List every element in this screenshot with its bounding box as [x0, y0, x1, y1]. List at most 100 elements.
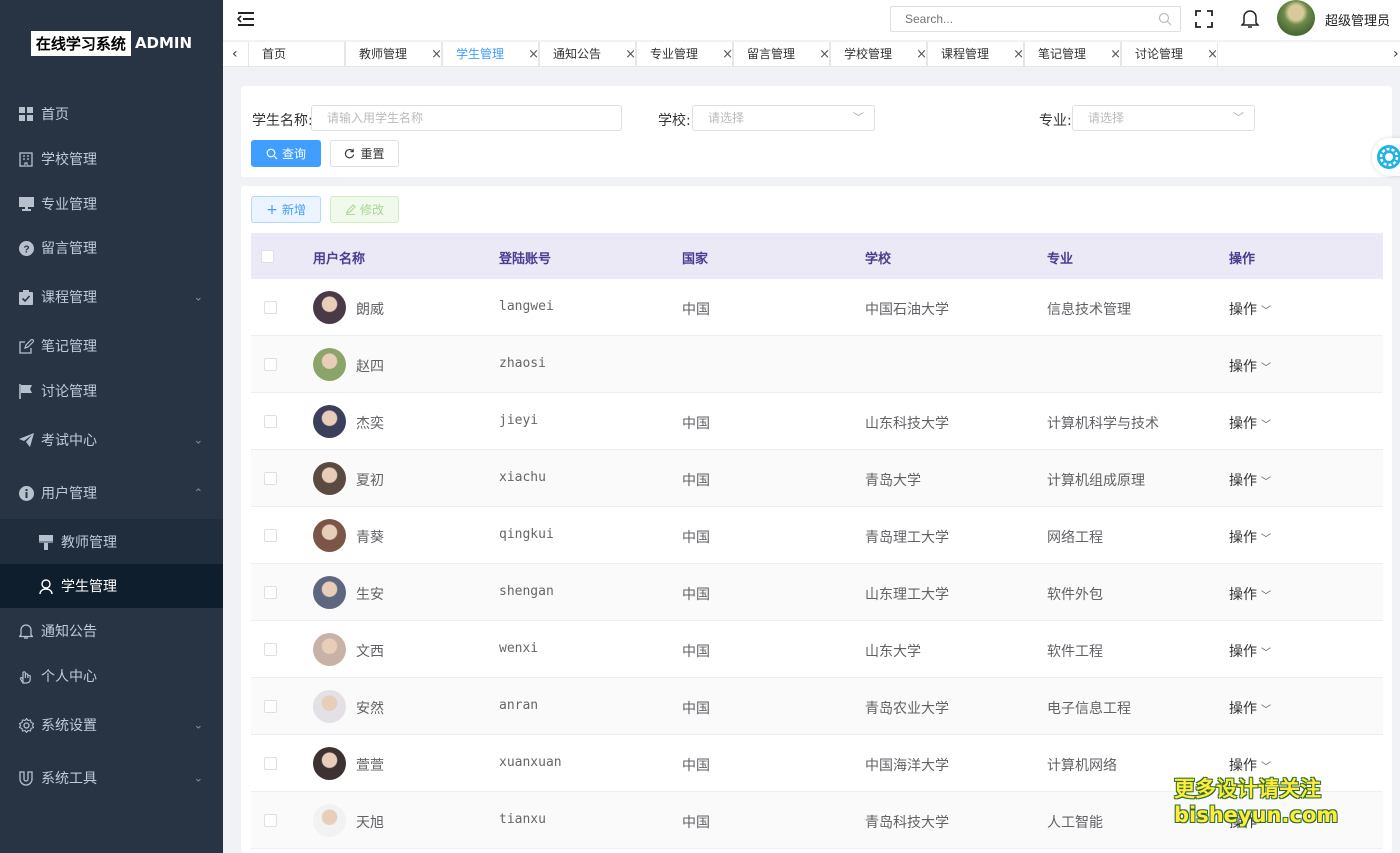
column-header-school[interactable]: 学校	[865, 248, 891, 267]
watermark-line1: 更多设计请关注	[1174, 777, 1321, 801]
tabs-scroll-left-icon[interactable]: ‹	[232, 46, 238, 62]
hand-icon	[18, 668, 34, 684]
sidebar-item-14[interactable]: 系统设置 ⌄	[0, 703, 223, 747]
row-actions-dropdown[interactable]: 操作 ﹀	[1229, 299, 1271, 319]
sidebar-item-12[interactable]: 通知公告	[0, 609, 223, 653]
search-box[interactable]	[890, 6, 1181, 32]
close-icon[interactable]: ×	[819, 42, 830, 67]
row-checkbox[interactable]	[264, 643, 277, 656]
select-all-checkbox[interactable]	[261, 250, 274, 263]
username[interactable]: 超级管理员	[1325, 10, 1390, 29]
table-row[interactable]: 安然 anran 中国 青岛农业大学 电子信息工程 操作 ﹀	[251, 678, 1383, 735]
column-header-account[interactable]: 登陆账号	[499, 248, 551, 267]
sidebar-item-label: 首页	[41, 107, 69, 123]
student-name-input[interactable]: 请输入用学生名称	[311, 105, 622, 131]
tabs-scroll-right-icon[interactable]: ›	[1393, 46, 1399, 62]
hamburger-icon[interactable]	[237, 10, 255, 28]
avatar	[313, 291, 346, 324]
tab-4[interactable]: 通知公告 ×	[539, 42, 636, 67]
school-select[interactable]: 请选择 ﹀	[692, 105, 875, 131]
column-header-username[interactable]: 用户名称	[313, 248, 365, 267]
row-checkbox[interactable]	[264, 301, 277, 314]
row-checkbox[interactable]	[264, 700, 277, 713]
edit-button[interactable]: 修改	[330, 196, 399, 223]
table-row[interactable]: 文西 wenxi 中国 山东大学 软件工程 操作 ﹀	[251, 621, 1383, 678]
table-row[interactable]: 杰奕 jieyi 中国 山东科技大学 计算机科学与技术 操作 ﹀	[251, 393, 1383, 450]
row-actions-dropdown[interactable]: 操作 ﹀	[1229, 584, 1271, 604]
table-row[interactable]: 生安 shengan 中国 山东理工大学 软件外包 操作 ﹀	[251, 564, 1383, 621]
send-icon	[18, 432, 34, 448]
table-row[interactable]: 夏初 xiachu 中国 青岛大学 计算机组成原理 操作 ﹀	[251, 450, 1383, 507]
sidebar-item-1[interactable]: 首页	[0, 92, 223, 136]
row-checkbox[interactable]	[264, 814, 277, 827]
sidebar-item-3[interactable]: 专业管理	[0, 182, 223, 226]
sidebar-item-10[interactable]: 教师管理	[0, 520, 223, 564]
table-row[interactable]: 朗威 langwei 中国 中国石油大学 信息技术管理 操作 ﹀	[251, 279, 1383, 336]
sidebar-item-13[interactable]: 个人中心	[0, 654, 223, 698]
search-input[interactable]	[891, 7, 1141, 31]
avatar	[313, 690, 346, 723]
tab-5[interactable]: 专业管理 ×	[636, 42, 733, 67]
avatar	[313, 462, 346, 495]
chevron-down-icon: ﹀	[1261, 591, 1271, 602]
close-icon[interactable]: ×	[1013, 42, 1024, 67]
tab-6[interactable]: 留言管理 ×	[733, 42, 830, 67]
row-checkbox[interactable]	[264, 757, 277, 770]
row-checkbox[interactable]	[264, 529, 277, 542]
cell-username: 青葵	[356, 530, 384, 546]
cell-school: 山东大学	[865, 644, 921, 660]
tab-8[interactable]: 课程管理 ×	[927, 42, 1024, 67]
avatar	[313, 804, 346, 837]
row-checkbox[interactable]	[264, 472, 277, 485]
row-checkbox[interactable]	[264, 358, 277, 371]
avatar[interactable]	[1277, 0, 1315, 36]
sidebar-item-9[interactable]: 用户管理 ⌃	[0, 471, 223, 515]
row-actions-dropdown[interactable]: 操作 ﹀	[1229, 755, 1271, 775]
sidebar-item-8[interactable]: 考试中心 ⌄	[0, 418, 223, 462]
row-actions-dropdown[interactable]: 操作 ﹀	[1229, 356, 1271, 376]
sidebar-item-7[interactable]: 讨论管理	[0, 369, 223, 413]
sidebar-item-2[interactable]: 学校管理	[0, 137, 223, 181]
sidebar-item-4[interactable]: ? 留言管理	[0, 226, 223, 270]
close-icon[interactable]: ×	[431, 42, 442, 67]
sidebar-item-11[interactable]: 学生管理	[0, 564, 223, 608]
column-header-major[interactable]: 专业	[1047, 248, 1073, 267]
tab-1[interactable]: 首页	[248, 42, 345, 67]
reset-button[interactable]: 重置	[330, 140, 399, 167]
row-actions-dropdown[interactable]: 操作 ﹀	[1229, 527, 1271, 547]
sidebar-item-label: 学生管理	[61, 579, 117, 595]
row-actions-dropdown[interactable]: 操作 ﹀	[1229, 470, 1271, 490]
close-icon[interactable]: ×	[722, 42, 733, 67]
bell-icon[interactable]	[1241, 9, 1259, 29]
close-icon[interactable]: ×	[916, 42, 927, 67]
row-actions-dropdown[interactable]: 操作 ﹀	[1229, 698, 1271, 718]
tab-10[interactable]: 讨论管理 ×	[1121, 42, 1218, 67]
table-row[interactable]: 赵四 zhaosi 操作 ﹀	[251, 336, 1383, 393]
sidebar-item-15[interactable]: 系统工具 ⌄	[0, 756, 223, 800]
major-label: 专业:	[1039, 113, 1072, 129]
fullscreen-icon[interactable]	[1195, 10, 1213, 28]
close-icon[interactable]: ×	[1110, 42, 1121, 67]
tab-3[interactable]: 学生管理 ×	[442, 42, 539, 67]
settings-float-button[interactable]	[1372, 138, 1400, 176]
close-icon[interactable]: ×	[625, 42, 636, 67]
query-button[interactable]: 查询	[251, 140, 321, 167]
close-icon[interactable]: ×	[1207, 42, 1218, 67]
sidebar-item-6[interactable]: 笔记管理	[0, 324, 223, 368]
tab-9[interactable]: 笔记管理 ×	[1024, 42, 1121, 67]
major-select[interactable]: 请选择 ﹀	[1072, 105, 1255, 131]
table-row[interactable]: 青葵 qingkui 中国 青岛理工大学 网络工程 操作 ﹀	[251, 507, 1383, 564]
close-icon[interactable]: ×	[528, 42, 539, 67]
row-actions-dropdown[interactable]: 操作 ﹀	[1229, 641, 1271, 661]
cell-account: langwei	[499, 299, 554, 314]
row-actions-dropdown[interactable]: 操作 ﹀	[1229, 413, 1271, 433]
tab-7[interactable]: 学校管理 ×	[830, 42, 927, 67]
sidebar-item-5[interactable]: 课程管理 ⌄	[0, 275, 223, 319]
app-logo: 在线学习系统 ADMIN	[0, 0, 223, 86]
row-checkbox[interactable]	[264, 586, 277, 599]
row-checkbox[interactable]	[264, 415, 277, 428]
tab-2[interactable]: 教师管理 ×	[345, 42, 442, 67]
column-header-country[interactable]: 国家	[682, 248, 708, 267]
add-button[interactable]: + 新增	[251, 196, 321, 223]
sidebar-item-label: 系统设置	[41, 718, 97, 734]
